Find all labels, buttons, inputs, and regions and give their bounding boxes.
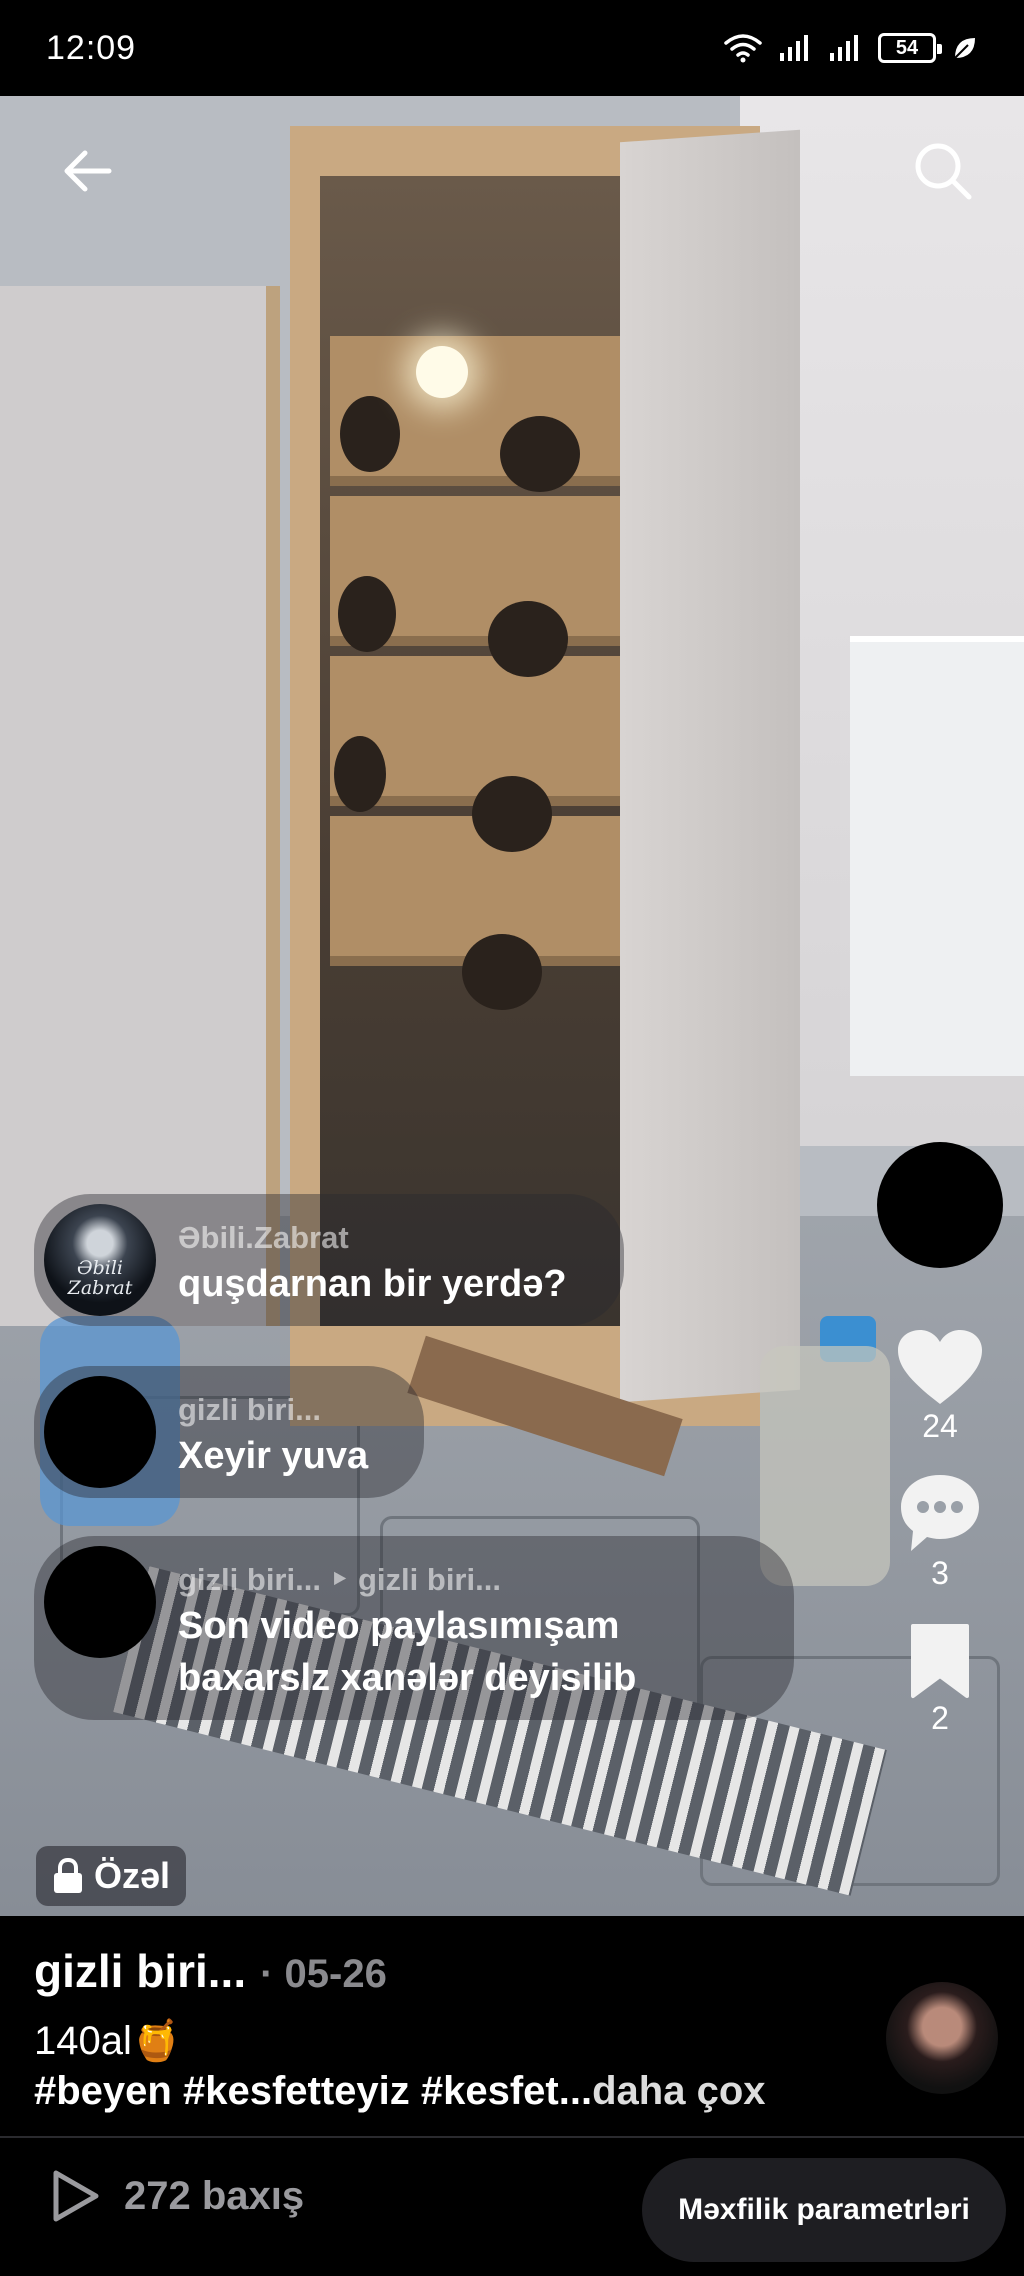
comment-author: gizli biri...	[178, 1392, 321, 1427]
post-info: gizli biri... · 05-26 140al🍯 #beyen #kes…	[0, 1916, 1024, 2136]
hashtags[interactable]: #beyen #kesfetteyiz #kesfet...	[34, 2069, 592, 2113]
views-stat: 272 baxış	[50, 2168, 304, 2224]
heart-icon	[898, 1330, 982, 1404]
username[interactable]: gizli biri...	[34, 1944, 246, 1998]
views-count: 272 baxış	[124, 2173, 305, 2218]
more-link[interactable]: daha çox	[592, 2069, 765, 2113]
arrow-left-icon	[64, 150, 112, 192]
username-row: gizli biri... · 05-26	[34, 1944, 387, 1998]
creator-avatar[interactable]	[877, 1142, 1003, 1268]
comment-bubble[interactable]: gizli biri... ‣ gizli biri... Son video …	[34, 1536, 794, 1720]
signal-icon	[780, 35, 808, 61]
post-date: · 05-26	[260, 1952, 387, 1996]
lock-icon	[54, 1857, 82, 1893]
caption-hashtags[interactable]: #beyen #kesfetteyiz #kesfet...daha çox	[34, 2066, 766, 2116]
comment-text: quşdarnan bir yerdə?	[178, 1263, 567, 1305]
comment-author: Əbili.Zabrat	[178, 1220, 349, 1255]
comment-bubble[interactable]: Əbili Zabrat Əbili.Zabrat quşdarnan bir …	[34, 1194, 624, 1326]
play-icon	[53, 2170, 99, 2222]
search-button[interactable]	[906, 134, 980, 208]
avatar-logo-text: Əbili Zabrat	[67, 1257, 133, 1299]
comment-bubble[interactable]: gizli biri... Xeyir yuva	[34, 1366, 424, 1498]
comment-text: Xeyir yuva	[178, 1435, 369, 1477]
video-player[interactable]: Əbili Zabrat Əbili.Zabrat quşdarnan bir …	[0, 96, 1024, 1916]
search-icon	[915, 143, 972, 200]
back-button[interactable]	[52, 136, 122, 206]
comment-button[interactable]: 3	[897, 1471, 983, 1592]
bottom-bar: 272 baxış Məxfilik parametrləri	[0, 2138, 1024, 2276]
avatar[interactable]: Əbili Zabrat	[44, 1204, 156, 1316]
wifi-icon	[724, 34, 762, 63]
battery-icon: 54	[878, 33, 942, 63]
like-count: 24	[922, 1408, 958, 1444]
profile-avatar[interactable]	[886, 1982, 998, 2094]
comment-count: 3	[931, 1555, 949, 1591]
status-icons: 54	[724, 33, 978, 63]
action-rail: 24 3 2	[870, 1142, 1010, 1737]
avatar[interactable]	[44, 1546, 156, 1658]
like-button[interactable]: 24	[896, 1328, 984, 1445]
caption-line: 140al🍯	[34, 2019, 182, 2063]
battery-level: 54	[895, 36, 919, 59]
status-time: 12:09	[46, 28, 137, 67]
private-badge: Özəl	[36, 1846, 187, 1906]
comment-text-line: baxarslz xanələr deyisilib	[178, 1657, 637, 1699]
status-bar: 12:09 54	[0, 0, 1024, 96]
avatar[interactable]	[44, 1376, 156, 1488]
save-count: 2	[931, 1700, 949, 1736]
comment-icon	[901, 1475, 979, 1551]
bookmark-icon	[911, 1624, 969, 1698]
comment-author: gizli biri... ‣ gizli biri...	[178, 1562, 501, 1597]
private-label: Özəl	[94, 1855, 171, 1896]
leaf-icon	[954, 38, 975, 59]
signal-icon	[830, 35, 858, 61]
save-button[interactable]: 2	[907, 1622, 973, 1737]
privacy-settings-button[interactable]: Məxfilik parametrləri	[642, 2158, 1006, 2262]
comment-text-line: Son video paylasımışam	[178, 1605, 620, 1647]
